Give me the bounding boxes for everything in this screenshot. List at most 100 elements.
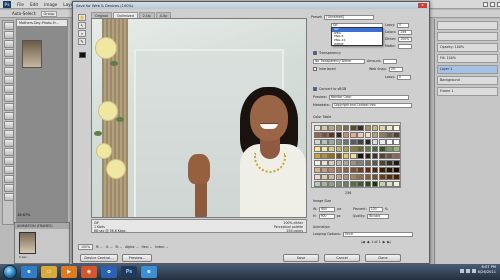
last-frame-icon[interactable]: ▶|	[387, 240, 391, 244]
color-swatch[interactable]	[386, 180, 393, 187]
color-swatch[interactable]	[314, 152, 321, 160]
eyedropper-color-swatch[interactable]	[79, 52, 86, 58]
color-swatch[interactable]	[357, 131, 364, 139]
color-swatch[interactable]	[378, 138, 386, 146]
marquee-tool-icon[interactable]	[3, 31, 14, 39]
minimize-icon[interactable]	[483, 2, 488, 7]
media-player-icon[interactable]: ▶	[61, 266, 77, 278]
color-swatch[interactable]	[342, 173, 350, 181]
move-tool-icon[interactable]	[3, 22, 14, 30]
color-swatch[interactable]	[342, 159, 350, 167]
browser-icon[interactable]: e	[141, 266, 157, 278]
color-swatch[interactable]	[335, 173, 343, 181]
color-swatch[interactable]	[350, 145, 357, 153]
color-swatch[interactable]	[335, 180, 343, 187]
color-swatch[interactable]	[328, 131, 336, 139]
color-swatch[interactable]	[314, 125, 321, 132]
color-swatch[interactable]	[321, 131, 328, 139]
color-swatch[interactable]	[314, 159, 321, 167]
color-swatch[interactable]	[386, 152, 393, 160]
flag-icon[interactable]	[472, 269, 476, 273]
menu-edit[interactable]: Edit	[30, 2, 38, 7]
eyedropper-tool-icon[interactable]: ✎	[78, 38, 86, 45]
color-swatch[interactable]	[378, 166, 386, 174]
color-swatch[interactable]	[321, 173, 328, 181]
dodge-tool-icon[interactable]	[3, 139, 14, 147]
color-swatch[interactable]	[350, 173, 357, 181]
outlook-icon[interactable]: o	[101, 266, 117, 278]
first-frame-icon[interactable]: |◀	[361, 240, 365, 244]
eraser-tool-icon[interactable]	[3, 112, 14, 120]
color-swatch[interactable]	[378, 173, 386, 181]
color-swatch[interactable]	[342, 145, 350, 153]
color-swatch[interactable]	[386, 159, 393, 167]
group-select[interactable]: Group	[40, 10, 58, 17]
color-swatch[interactable]	[357, 166, 364, 174]
fill-row[interactable]: Fill: 100%	[437, 54, 498, 63]
done-button[interactable]: Done	[365, 254, 401, 262]
color-swatch[interactable]	[386, 166, 393, 174]
color-swatch[interactable]	[314, 145, 321, 153]
color-swatch[interactable]	[378, 180, 386, 187]
dialog-titlebar[interactable]: Save for Web & Devices (100%)	[73, 2, 429, 9]
format-option[interactable]: WBMP	[332, 42, 382, 47]
color-swatch[interactable]	[328, 166, 336, 174]
path-select-tool-icon[interactable]	[3, 166, 14, 174]
history-brush-tool-icon[interactable]	[3, 103, 14, 111]
device-central-button[interactable]: Device Central...	[80, 254, 118, 262]
color-swatch[interactable]	[342, 152, 350, 160]
color-swatch[interactable]	[350, 138, 357, 146]
color-swatch[interactable]	[314, 166, 321, 174]
next-frame-icon[interactable]: ▶	[383, 240, 386, 244]
color-swatch[interactable]	[357, 138, 364, 146]
maximize-icon[interactable]	[490, 2, 495, 7]
color-swatch[interactable]	[378, 125, 386, 132]
color-swatch[interactable]	[393, 138, 400, 146]
optimized-preview[interactable]	[91, 18, 307, 218]
color-swatch[interactable]	[328, 125, 336, 132]
color-swatch[interactable]	[357, 173, 364, 181]
color-swatch[interactable]	[335, 159, 343, 167]
photoshop-icon[interactable]: Ps	[121, 266, 137, 278]
percent-field[interactable]: 100	[368, 206, 383, 212]
color-swatch[interactable]	[378, 131, 386, 139]
color-swatch[interactable]	[378, 159, 386, 167]
panel-row[interactable]	[437, 32, 498, 41]
lossy-field[interactable]: 0	[397, 22, 410, 28]
color-swatch[interactable]	[342, 125, 350, 132]
looping-select[interactable]: Once	[342, 231, 413, 237]
internet-explorer-icon[interactable]: e	[21, 266, 37, 278]
color-swatch[interactable]	[364, 180, 372, 187]
color-swatch[interactable]	[393, 173, 400, 181]
height-field[interactable]: 900	[318, 213, 335, 219]
color-swatch[interactable]	[335, 125, 343, 132]
dialog-close-button[interactable]: x	[418, 3, 427, 8]
color-swatch[interactable]	[378, 152, 386, 160]
color-swatch[interactable]	[393, 145, 400, 153]
color-swatch[interactable]	[328, 180, 336, 187]
preview-select[interactable]: Monitor Color	[328, 94, 409, 100]
color-swatch[interactable]	[321, 180, 328, 187]
transparency-dither-select[interactable]: No Transparency Dither	[313, 58, 365, 64]
color-swatch[interactable]	[335, 145, 343, 153]
transparency-checkbox[interactable]	[313, 51, 317, 55]
prev-frame-icon[interactable]: ◀	[367, 240, 370, 244]
crop-tool-icon[interactable]	[3, 58, 14, 66]
color-swatch[interactable]	[371, 145, 379, 153]
frame-row[interactable]: Frame 1	[437, 87, 498, 96]
panel-row[interactable]	[437, 21, 498, 30]
zoom-level-select[interactable]: 100%	[78, 243, 94, 250]
color-swatch[interactable]	[393, 125, 400, 132]
color-swatch[interactable]	[335, 152, 343, 160]
quick-select-tool-icon[interactable]	[3, 49, 14, 57]
color-swatch[interactable]	[393, 152, 400, 160]
slice-select-tool-icon[interactable]: ↖	[78, 22, 86, 29]
color-swatch[interactable]	[393, 159, 400, 167]
color-swatch[interactable]	[357, 145, 364, 153]
frame-delay-label[interactable]: 0 sec.	[19, 255, 28, 259]
color-swatch[interactable]	[342, 180, 350, 187]
preset-select[interactable]: [Unnamed]	[324, 14, 375, 20]
zoom-tool-icon[interactable]: ⌕	[78, 30, 86, 37]
color-swatch[interactable]	[350, 125, 357, 132]
color-swatch[interactable]	[350, 152, 357, 160]
